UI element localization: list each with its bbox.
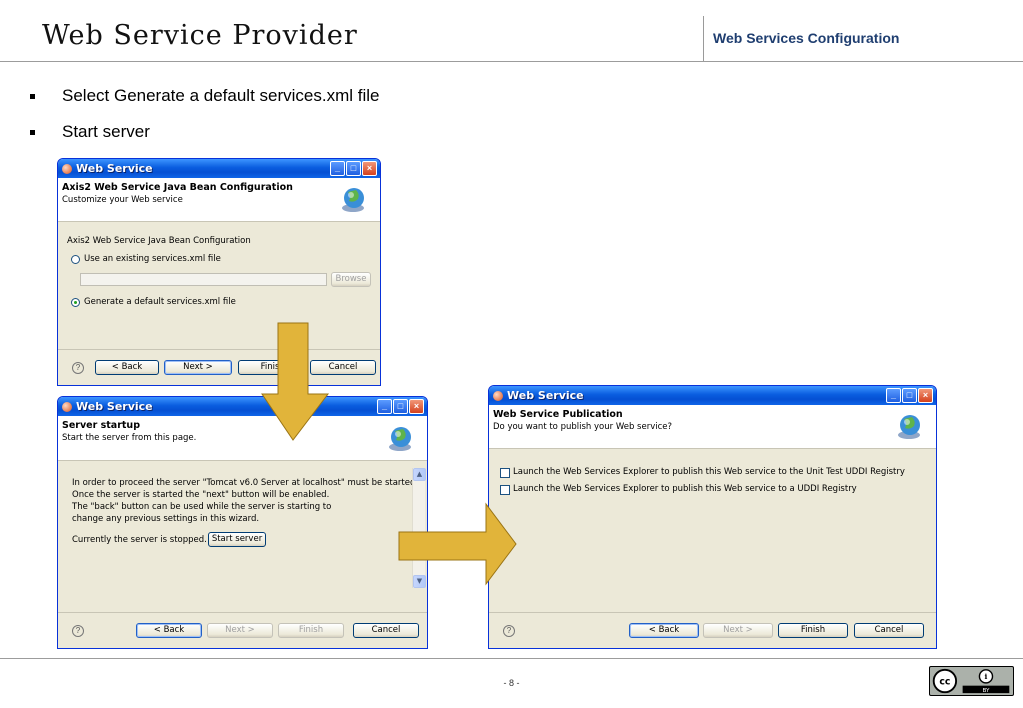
license-text: BY: [982, 688, 990, 694]
creative-commons-badge[interactable]: BY cc i: [929, 666, 1014, 696]
dialog-banner: Web Service Publication Do you want to p…: [489, 405, 936, 449]
web-service-globe-icon: [342, 188, 364, 212]
checkbox-uddi-registry-label[interactable]: Launch the Web Services Explorer to publ…: [513, 484, 857, 494]
bullet-text: Select Generate a default services.xml f…: [62, 86, 380, 105]
dialog-content: In order to proceed the server "Tomcat v…: [58, 462, 427, 614]
radio-generate-default[interactable]: [71, 298, 80, 307]
dialog-titlebar[interactable]: Web Service _ □ ×: [58, 397, 427, 416]
banner-subtitle: Start the server from this page.: [62, 433, 197, 443]
help-icon[interactable]: ?: [72, 625, 84, 637]
radio-existing-label[interactable]: Use an existing services.xml file: [84, 254, 221, 264]
info-line: Once the server is started the "next" bu…: [72, 490, 330, 500]
dialog-content: Launch the Web Services Explorer to publ…: [489, 449, 936, 614]
header-rule: [0, 61, 1023, 62]
group-label: Axis2 Web Service Java Bean Configuratio…: [67, 236, 251, 246]
dialog-button-bar: ? < Back Next > Finish Cancel: [58, 612, 427, 648]
minimize-icon[interactable]: _: [377, 399, 392, 414]
back-button[interactable]: < Back: [136, 623, 202, 638]
page-number: - 8 -: [503, 678, 520, 688]
dialog-service-publication: Web Service _ □ × Web Service Publicatio…: [488, 385, 937, 649]
maximize-icon[interactable]: □: [393, 399, 408, 414]
next-button[interactable]: Next >: [164, 360, 232, 375]
dialog-title: Web Service: [507, 389, 584, 402]
dialog-titlebar[interactable]: Web Service _ □ ×: [489, 386, 936, 405]
dialog-title: Web Service: [76, 162, 153, 175]
eclipse-icon: [62, 163, 72, 174]
banner-subtitle: Do you want to publish your Web service?: [493, 422, 673, 432]
close-icon[interactable]: ×: [918, 388, 933, 403]
section-label: Web Services Configuration: [713, 30, 900, 46]
info-line: The "back" button can be used while the …: [72, 502, 332, 512]
web-service-globe-icon: [389, 427, 411, 451]
web-service-globe-icon: [898, 415, 920, 439]
info-line: change any previous settings in this wiz…: [72, 514, 260, 524]
cc-label: cc: [939, 677, 950, 688]
dialog-button-bar: ? < Back Next > Finis Cancel: [58, 349, 380, 385]
checkbox-unit-test-uddi[interactable]: [500, 468, 510, 478]
dialog-content: Axis2 Web Service Java Bean Configuratio…: [58, 222, 380, 351]
banner-title: Server startup: [62, 420, 140, 431]
next-button[interactable]: Next >: [703, 623, 773, 638]
down-arrow-icon: [261, 322, 330, 441]
back-button[interactable]: < Back: [629, 623, 699, 638]
radio-existing-file[interactable]: [71, 255, 80, 264]
footer-rule: [0, 658, 1023, 659]
right-arrow-icon: [398, 502, 517, 586]
scroll-up-icon[interactable]: ▲: [413, 468, 426, 481]
dialog-server-startup: Web Service _ □ × Server startup Start t…: [57, 396, 428, 649]
start-server-button[interactable]: Start server: [208, 532, 266, 547]
slide-title: Web Service Provider: [42, 20, 358, 51]
close-icon[interactable]: ×: [362, 161, 377, 176]
checkbox-uddi-registry[interactable]: [500, 485, 510, 495]
header-divider: [703, 16, 704, 62]
cancel-button[interactable]: Cancel: [854, 623, 924, 638]
attribution-label: i: [985, 672, 988, 681]
bullet-square: [30, 94, 35, 99]
minimize-icon[interactable]: _: [886, 388, 901, 403]
dialog-banner: Axis2 Web Service Java Bean Configuratio…: [58, 178, 380, 222]
dialog-button-bar: ? < Back Next > Finish Cancel: [489, 612, 936, 648]
help-icon[interactable]: ?: [72, 362, 84, 374]
dialog-bean-configuration: Web Service _ □ × Axis2 Web Service Java…: [57, 158, 381, 386]
checkbox-unit-test-uddi-label[interactable]: Launch the Web Services Explorer to publ…: [513, 467, 905, 477]
eclipse-icon: [62, 401, 72, 412]
finish-button[interactable]: Finish: [778, 623, 848, 638]
browse-button[interactable]: Browse: [331, 272, 371, 287]
dialog-title: Web Service: [76, 400, 153, 413]
eclipse-icon: [493, 390, 503, 401]
banner-title: Web Service Publication: [493, 409, 623, 420]
maximize-icon[interactable]: □: [346, 161, 361, 176]
banner-subtitle: Customize your Web service: [62, 195, 183, 205]
cc-by-icon: BY cc i: [931, 667, 1012, 695]
finish-button[interactable]: Finish: [278, 623, 344, 638]
bullet-square: [30, 130, 35, 135]
info-line: In order to proceed the server "Tomcat v…: [72, 478, 419, 488]
next-button[interactable]: Next >: [207, 623, 273, 638]
cancel-button[interactable]: Cancel: [353, 623, 419, 638]
back-button[interactable]: < Back: [95, 360, 159, 375]
server-status-text: Currently the server is stopped.: [72, 535, 207, 545]
dialog-banner: Server startup Start the server from thi…: [58, 416, 427, 461]
bullet-text: Start server: [62, 122, 150, 141]
close-icon[interactable]: ×: [409, 399, 424, 414]
minimize-icon[interactable]: _: [330, 161, 345, 176]
dialog-titlebar[interactable]: Web Service _ □ ×: [58, 159, 380, 178]
help-icon[interactable]: ?: [503, 625, 515, 637]
maximize-icon[interactable]: □: [902, 388, 917, 403]
services-xml-path-input[interactable]: [80, 273, 327, 286]
banner-title: Axis2 Web Service Java Bean Configuratio…: [62, 182, 293, 193]
radio-generate-label[interactable]: Generate a default services.xml file: [84, 297, 236, 307]
